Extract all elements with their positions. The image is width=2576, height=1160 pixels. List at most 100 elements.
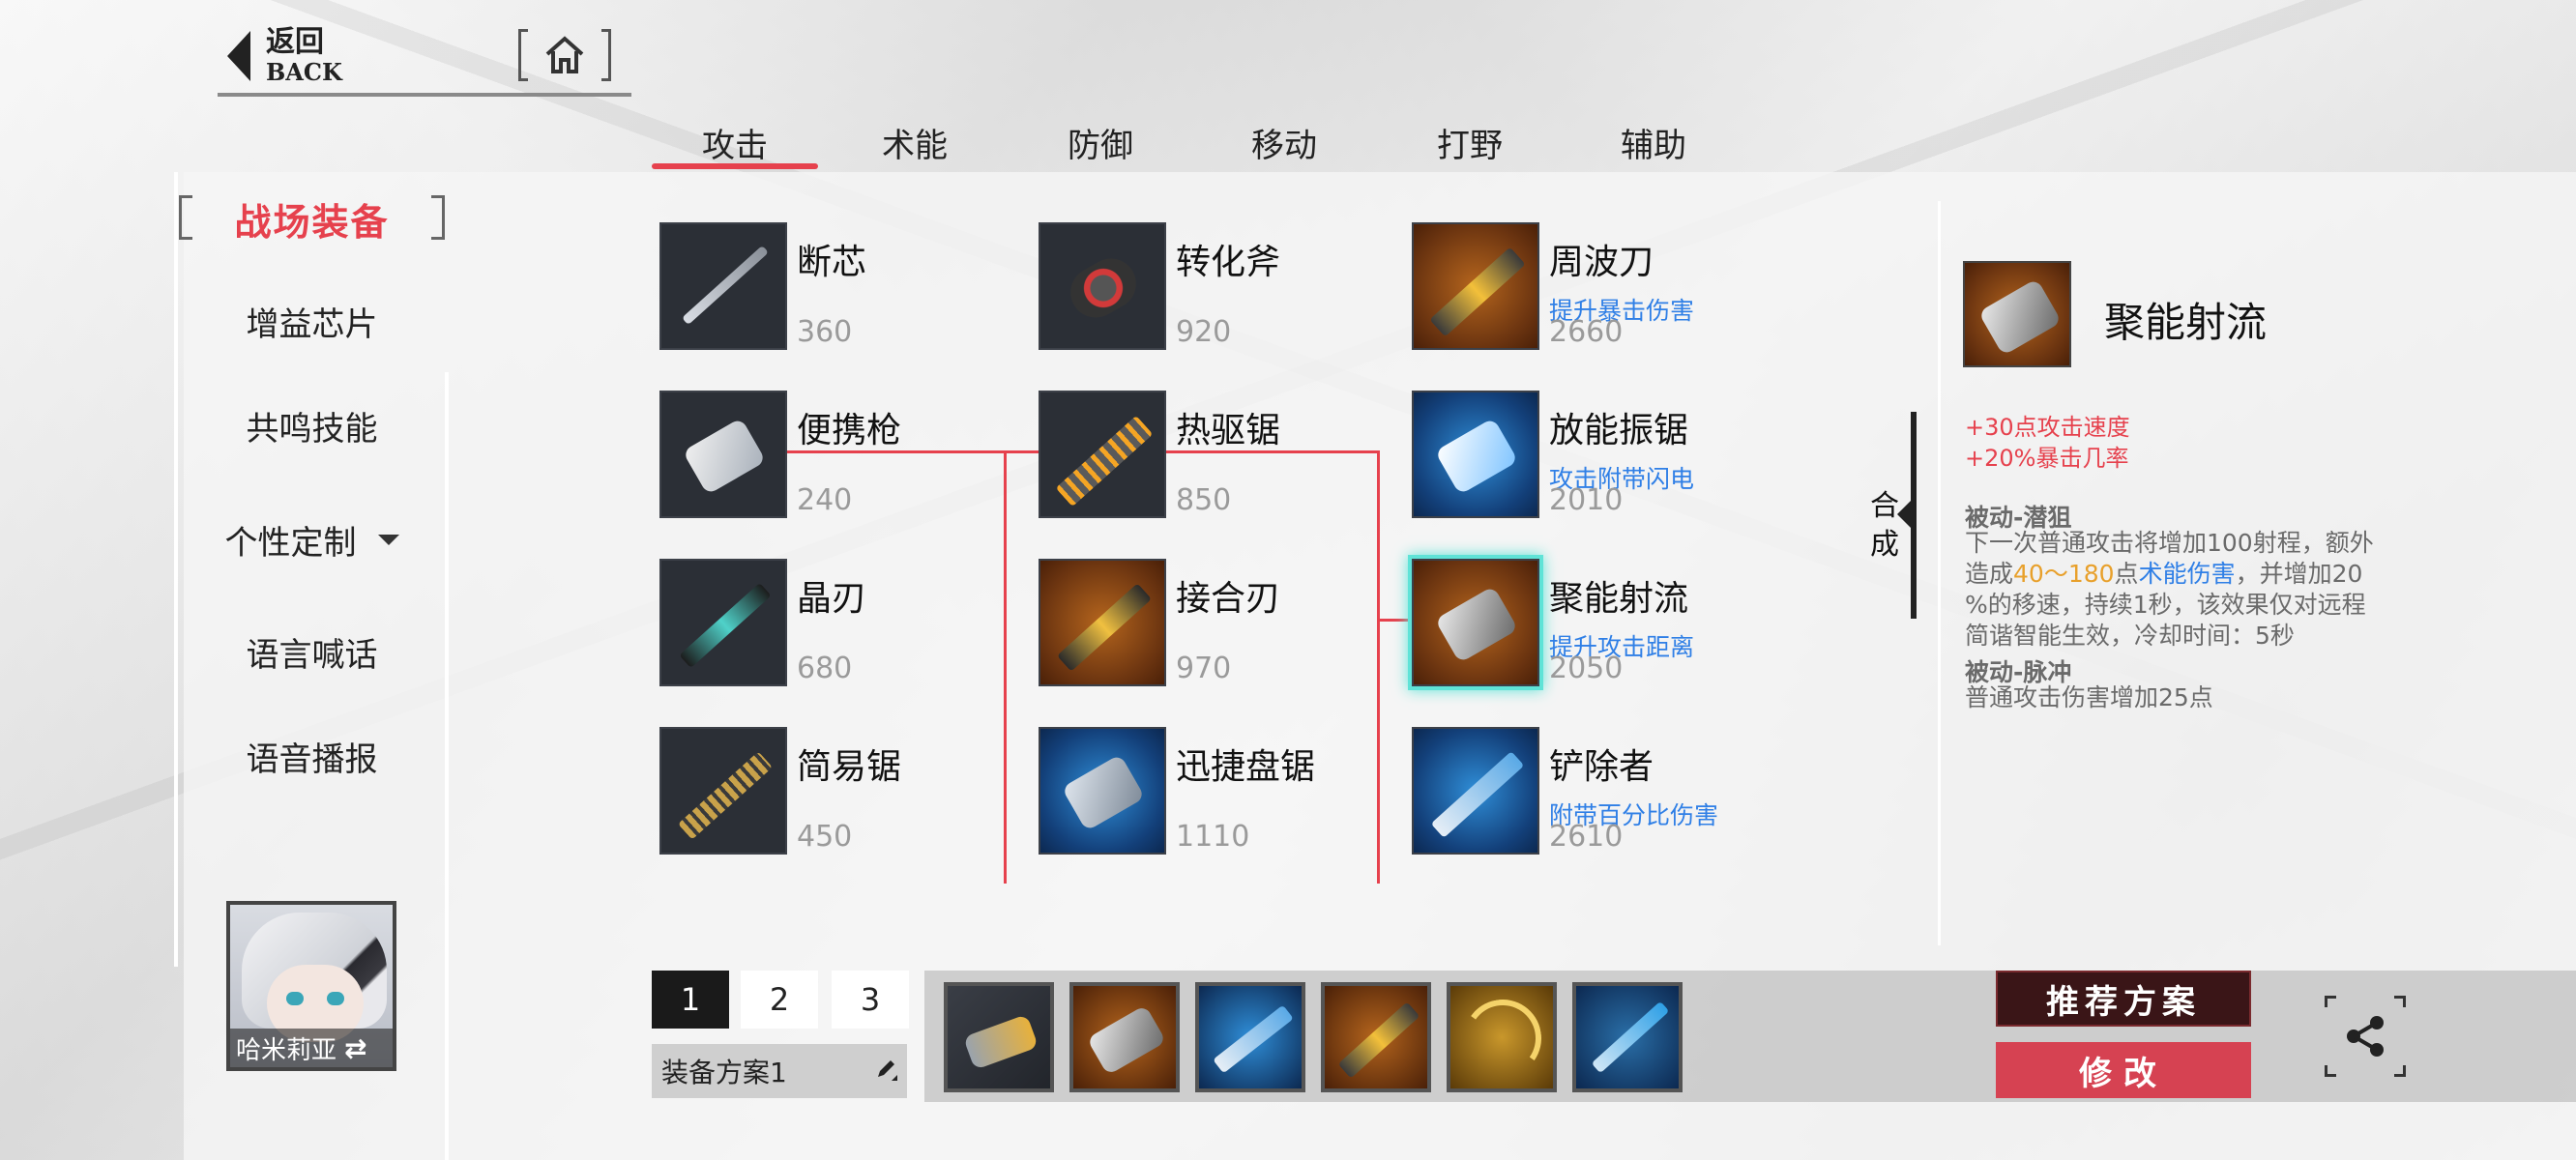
tree-link (1377, 619, 1412, 622)
item-name: 热驱锯 (1176, 411, 1281, 450)
recommend-plan-button[interactable]: 推荐方案 (1996, 971, 2251, 1027)
item-card-focused-jet[interactable]: 聚能射流 提升攻击距离 2050 (1412, 559, 1731, 686)
passive-text: 下一次普通攻击将增加100射程，额外 造成40～180点术能伤害，并增加20 %… (1965, 529, 2374, 650)
crystal-blade-icon (659, 559, 787, 686)
plan-name-field[interactable]: 装备方案1 (652, 1044, 907, 1098)
detail-stat: +20%暴击几率 (1965, 445, 2129, 472)
item-card-portable-gun[interactable]: 便携枪 240 (659, 391, 979, 518)
plan-page-3[interactable]: 3 (832, 971, 909, 1029)
plan-name-label: 装备方案1 (661, 1057, 787, 1088)
combine-button[interactable]: 合 成 (1857, 412, 1917, 619)
hero-avatar[interactable]: 哈米莉亚 ⇄ (226, 901, 396, 1071)
item-price: 850 (1176, 483, 1232, 517)
gun-icon (659, 391, 787, 518)
item-price: 2610 (1549, 820, 1624, 854)
active-tab-indicator (652, 163, 818, 169)
axe-icon (1039, 222, 1166, 350)
item-price: 920 (1176, 315, 1232, 349)
tab-support[interactable]: 辅助 (1570, 118, 1737, 166)
detail-stat: +30点攻击速度 (1965, 414, 2130, 441)
item-name: 断芯 (797, 243, 867, 282)
blade-icon (659, 222, 787, 350)
item-name: 转化斧 (1176, 243, 1281, 282)
item-name: 聚能射流 (1549, 579, 1689, 619)
tab-movement[interactable]: 移动 (1201, 118, 1367, 166)
item-name: 铲除者 (1549, 747, 1654, 787)
share-button[interactable] (2325, 996, 2406, 1077)
item-card-eradicator[interactable]: 铲除者 附带百分比伤害 2610 (1412, 727, 1731, 855)
detail-divider (1938, 201, 1941, 945)
item-card-duanxin[interactable]: 断芯 360 (659, 222, 979, 350)
sidebar-item-voice-broadcast[interactable]: 语音播报 (179, 727, 445, 785)
home-icon (545, 36, 584, 73)
modify-button[interactable]: 修改 (1996, 1042, 2251, 1098)
home-button[interactable] (518, 29, 611, 81)
tab-defense[interactable]: 防御 (1017, 118, 1184, 166)
pencil-icon (878, 1060, 897, 1081)
swap-icon: ⇄ (344, 1031, 367, 1064)
sidebar-item-customize[interactable]: 个性定制 (179, 510, 445, 568)
loadout-slot-cannon-icon[interactable] (1069, 982, 1180, 1092)
item-name: 放能振锯 (1549, 411, 1689, 450)
item-price: 240 (797, 483, 853, 517)
combine-label-1: 合 (1870, 489, 1899, 523)
item-card-crystal-blade[interactable]: 晶刃 680 (659, 559, 979, 686)
item-card-energy-saw[interactable]: 放能振锯 攻击附带闪电 2010 (1412, 391, 1731, 518)
item-card-conversion-axe[interactable]: 转化斧 920 (1039, 222, 1358, 350)
back-label-cn: 返回 (266, 25, 324, 59)
item-name: 便携枪 (797, 411, 902, 450)
item-card-simple-saw[interactable]: 简易锯 450 (659, 727, 979, 855)
item-price: 360 (797, 315, 853, 349)
tab-magic[interactable]: 术能 (832, 118, 998, 166)
cycle-blade-icon (1412, 222, 1539, 350)
item-price: 2660 (1549, 315, 1624, 349)
golden-blade-icon (1039, 559, 1166, 686)
sidebar-item-battle-equipment[interactable]: 战场装备 (174, 189, 450, 247)
combine-label-2: 成 (1870, 528, 1899, 562)
item-price: 970 (1176, 652, 1232, 685)
loadout-slot-rifle-icon[interactable] (1195, 982, 1305, 1092)
sidebar-item-voice-chat[interactable]: 语言喊话 (179, 623, 445, 681)
passive-text: 普通攻击伤害增加25点 (1965, 683, 2213, 711)
loadout-slot-boots-icon[interactable] (944, 982, 1054, 1092)
sidebar-item-buff-chips[interactable]: 增益芯片 (179, 292, 445, 350)
loadout-slot-blade-icon[interactable] (1321, 982, 1431, 1092)
caret-down-icon (377, 534, 399, 545)
item-card-joint-blade[interactable]: 接合刃 970 (1039, 559, 1358, 686)
loadout-slot-bow-icon[interactable] (1447, 982, 1557, 1092)
item-price: 680 (797, 652, 853, 685)
hero-name: 哈米莉亚 (236, 1035, 337, 1065)
item-price: 450 (797, 820, 853, 854)
item-price: 1110 (1176, 820, 1250, 854)
tab-jungle[interactable]: 打野 (1387, 118, 1553, 166)
plan-page-1[interactable]: 1 (652, 971, 729, 1029)
sidebar-divider (174, 172, 178, 967)
item-card-swift-disc-saw[interactable]: 迅捷盘锯 1110 (1039, 727, 1358, 855)
item-card-heat-saw[interactable]: 热驱锯 850 (1039, 391, 1358, 518)
back-label-en: BACK (266, 58, 342, 86)
tab-attack[interactable]: 攻击 (652, 118, 818, 166)
rifle-icon (1412, 727, 1539, 855)
item-name: 简易锯 (797, 747, 902, 787)
item-name: 晶刃 (797, 579, 867, 619)
sidebar-item-label: 个性定制 (224, 523, 357, 563)
item-name: 周波刀 (1549, 243, 1654, 282)
loadout-slot-sword-icon[interactable] (1572, 982, 1683, 1092)
detail-title: 聚能射流 (2104, 299, 2268, 346)
energy-gun-icon (1412, 391, 1539, 518)
chainsaw-icon (1039, 391, 1166, 518)
item-card-cycle-blade[interactable]: 周波刀 提升暴击伤害 2660 (1412, 222, 1731, 350)
tree-link (1004, 450, 1007, 884)
header-divider (218, 93, 631, 97)
saw-icon (659, 727, 787, 855)
detail-cannon-icon (1963, 261, 2071, 367)
arrow-left-icon (1897, 501, 1911, 528)
item-name: 迅捷盘锯 (1176, 747, 1316, 787)
plan-page-2[interactable]: 2 (741, 971, 818, 1029)
tree-link (1377, 450, 1380, 884)
sidebar-item-resonance-skills[interactable]: 共鸣技能 (179, 396, 445, 454)
back-button[interactable]: 返回 BACK (227, 27, 342, 85)
item-price: 2010 (1549, 483, 1624, 517)
sidebar-active-label: 战场装备 (234, 200, 390, 244)
item-price: 2050 (1549, 652, 1624, 685)
